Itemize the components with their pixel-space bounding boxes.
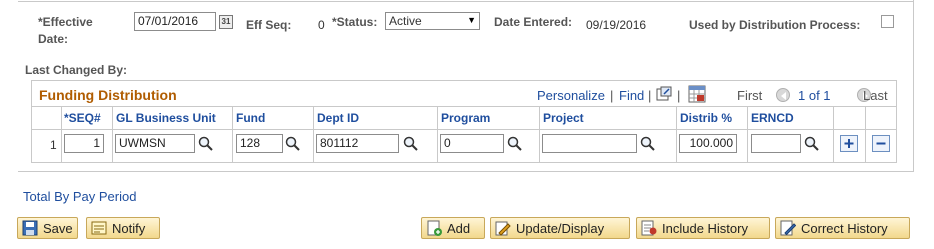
- update-display-label: Update/Display: [516, 220, 605, 236]
- col-header-project[interactable]: Project: [543, 111, 584, 125]
- add-label: Add: [447, 220, 471, 236]
- seq-input[interactable]: 1: [64, 134, 104, 153]
- col-header-program[interactable]: Program: [441, 111, 490, 125]
- col-sep: [747, 106, 748, 163]
- add-row-button[interactable]: [840, 135, 858, 152]
- col-sep: [232, 106, 233, 163]
- col-sep: [437, 106, 438, 163]
- date-entered-value: 09/19/2016: [586, 18, 647, 32]
- col-sep: [61, 106, 62, 163]
- add-icon: [427, 220, 442, 236]
- status-label: *Status:: [332, 15, 378, 29]
- col-sep: [833, 106, 834, 163]
- add-button[interactable]: Add: [421, 217, 485, 239]
- status-value: Active: [389, 14, 422, 28]
- download-grid-icon[interactable]: [688, 85, 706, 103]
- minus-icon: [876, 142, 886, 145]
- last-changed-label: Last Changed By:: [25, 63, 128, 77]
- magnifier-icon[interactable]: [804, 136, 820, 152]
- col-header-erncd[interactable]: ERNCD: [751, 111, 794, 125]
- personalize-link[interactable]: Personalize: [537, 88, 605, 103]
- grid-header-top-line: [31, 106, 897, 107]
- grid-header-bottom-line: [31, 129, 897, 130]
- delete-row-button[interactable]: [872, 135, 890, 152]
- project-input[interactable]: [542, 134, 637, 153]
- col-sep: [865, 106, 866, 163]
- used-by-distribution-label: Used by Distribution Process:: [689, 18, 861, 32]
- effective-date-input[interactable]: 07/01/2016: [134, 12, 216, 31]
- col-sep: [112, 106, 113, 163]
- date-entered-label: Date Entered:: [494, 15, 573, 29]
- col-header-dept-id[interactable]: Dept ID: [317, 111, 359, 125]
- grid-title: Funding Distribution: [39, 87, 177, 103]
- notify-label: Notify: [112, 220, 146, 236]
- distrib-pct-input[interactable]: 100.000: [679, 134, 737, 153]
- chevron-down-icon: ▼: [467, 15, 476, 25]
- notify-button[interactable]: Notify: [86, 217, 160, 239]
- save-label: Save: [43, 220, 73, 236]
- fund-input[interactable]: 128: [236, 134, 283, 153]
- eff-seq-value: 0: [318, 18, 325, 32]
- col-header-distrib-pct[interactable]: Distrib %: [680, 111, 732, 125]
- eff-seq-label: Eff Seq:: [246, 18, 292, 32]
- correct-history-icon: [780, 220, 796, 236]
- separator: |: [610, 88, 614, 103]
- save-icon: [22, 220, 38, 236]
- outer-frame-bottom: [18, 171, 914, 172]
- col-header-seq[interactable]: *SEQ#: [64, 111, 101, 125]
- include-history-button[interactable]: Include History: [636, 217, 770, 239]
- magnifier-icon[interactable]: [285, 136, 301, 152]
- first-label: First: [737, 88, 763, 103]
- find-link[interactable]: Find: [619, 88, 644, 103]
- dept-id-input[interactable]: 801112: [316, 134, 399, 153]
- include-history-label: Include History: [662, 220, 748, 236]
- col-sep: [539, 106, 540, 163]
- magnifier-icon[interactable]: [640, 136, 656, 152]
- separator: |: [677, 88, 681, 103]
- total-by-pay-period-link[interactable]: Total By Pay Period: [23, 189, 136, 204]
- col-header-fund[interactable]: Fund: [236, 111, 265, 125]
- include-history-icon: [641, 220, 657, 236]
- magnifier-icon[interactable]: [198, 136, 214, 152]
- previous-row-icon[interactable]: [776, 87, 790, 102]
- outer-frame-top: [18, 1, 914, 2]
- magnifier-icon[interactable]: [507, 136, 523, 152]
- effective-date-label: *Effective: [38, 15, 93, 29]
- effective-date-label-2: Date:: [38, 32, 69, 46]
- save-button[interactable]: Save: [17, 217, 78, 239]
- separator: |: [648, 88, 652, 103]
- calendar-icon[interactable]: 31: [219, 15, 233, 29]
- col-sep: [676, 106, 677, 163]
- last-label: Last: [863, 88, 888, 103]
- row-number: 1: [50, 138, 57, 152]
- notify-icon: [91, 221, 107, 235]
- status-select[interactable]: Active ▼: [385, 12, 480, 30]
- plus-icon: [844, 139, 854, 148]
- page-info: 1 of 1: [798, 88, 831, 103]
- program-input[interactable]: 0: [440, 134, 504, 153]
- outer-frame-right: [913, 0, 914, 172]
- correct-history-button[interactable]: Correct History: [775, 217, 910, 239]
- new-window-icon[interactable]: [656, 86, 672, 102]
- update-display-button[interactable]: Update/Display: [490, 217, 630, 239]
- magnifier-icon[interactable]: [403, 136, 419, 152]
- correct-history-label: Correct History: [801, 220, 888, 236]
- erncd-input[interactable]: [751, 134, 801, 153]
- used-by-distribution-checkbox[interactable]: [881, 15, 894, 28]
- col-sep: [313, 106, 314, 163]
- update-display-icon: [495, 221, 511, 236]
- gl-business-unit-input[interactable]: UWMSN: [115, 134, 195, 153]
- col-header-gl-business-unit[interactable]: GL Business Unit: [116, 111, 216, 125]
